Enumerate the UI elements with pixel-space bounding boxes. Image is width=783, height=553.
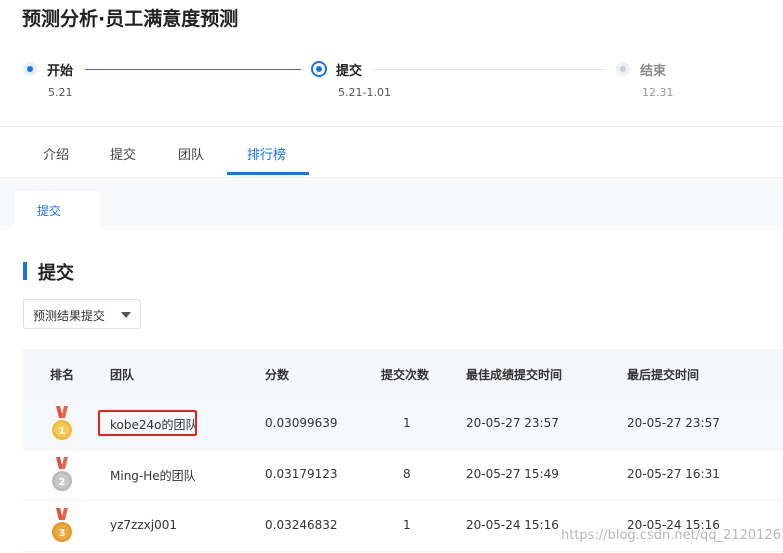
- subtab-submit-label: 提交: [37, 204, 62, 218]
- submit-count: 1: [403, 416, 411, 430]
- submit-count: 8: [403, 467, 411, 481]
- team-name: Ming-He的团队: [110, 469, 196, 483]
- active-tab-indicator: [227, 172, 309, 175]
- medal-rank-3: 3: [59, 528, 66, 539]
- header-best-time: 最佳成绩提交时间: [466, 368, 563, 382]
- header-team: 团队: [110, 368, 135, 382]
- header-rank: 排名: [50, 368, 75, 382]
- step-end-label: 结束: [640, 64, 667, 79]
- best-time: 20-05-24 15:16: [466, 518, 559, 532]
- step-start-dot-icon: [23, 62, 37, 76]
- page-title: 预测分析·员工满意度预测: [22, 8, 239, 30]
- score: 0.03179123: [265, 467, 338, 481]
- caret-down-icon: [121, 312, 131, 318]
- submit-count: 1: [403, 518, 411, 532]
- submission-type-select[interactable]: 预测结果提交: [23, 299, 141, 329]
- step-submit-dot-icon: [311, 61, 327, 77]
- tab-submit[interactable]: 提交: [110, 144, 136, 163]
- last-time: 20-05-27 16:31: [627, 467, 720, 481]
- header-last-time: 最后提交时间: [627, 368, 700, 382]
- header-score: 分数: [265, 368, 290, 382]
- table-header: 排名 团队 分数 提交次数 最佳成绩提交时间 最后提交时间: [23, 349, 783, 399]
- table-row: 3 yz7zzxj001 0.03246832 1 20-05-24 15:16…: [23, 501, 783, 552]
- team-name: yz7zzxj001: [110, 518, 177, 532]
- tab-bar: 介绍 提交 团队 排行榜: [0, 126, 783, 178]
- select-value: 预测结果提交: [33, 309, 106, 323]
- step-submit-label: 提交: [336, 64, 363, 79]
- last-time: 20-05-27 23:57: [627, 416, 720, 430]
- gold-medal-icon: 1: [52, 406, 72, 440]
- team-highlight-box: [98, 410, 197, 436]
- step-submit-date: 5.21-1.01: [338, 86, 391, 99]
- best-time: 20-05-27 15:49: [466, 467, 559, 481]
- step-end-dot-icon: [616, 62, 630, 76]
- section-title: 提交: [38, 263, 74, 284]
- section-marker: [23, 262, 27, 280]
- bronze-medal-icon: 3: [52, 508, 72, 542]
- header-submit-count: 提交次数: [381, 368, 430, 382]
- step-start-date: 5.21: [48, 86, 73, 99]
- score: 0.03246832: [265, 518, 338, 532]
- score: 0.03099639: [265, 416, 338, 430]
- step-connector-done: [85, 69, 301, 70]
- tab-leaderboard[interactable]: 排行榜: [247, 144, 286, 163]
- silver-medal-icon: 2: [52, 457, 72, 491]
- medal-rank-2: 2: [59, 477, 66, 488]
- leaderboard-table: 排名 团队 分数 提交次数 最佳成绩提交时间 最后提交时间 1 kobe24o的…: [23, 349, 783, 552]
- best-time: 20-05-27 23:57: [466, 416, 559, 430]
- step-connector-pending: [372, 69, 605, 70]
- step-start-label: 开始: [47, 64, 74, 79]
- medal-rank-1: 1: [59, 426, 66, 437]
- step-end-date: 12.31: [642, 86, 674, 99]
- sub-tab-bar: 提交: [0, 180, 783, 226]
- tab-team[interactable]: 团队: [178, 144, 204, 163]
- subtab-submit[interactable]: 提交: [14, 191, 99, 226]
- tab-intro[interactable]: 介绍: [43, 144, 69, 163]
- progress-steps: 开始 5.21 提交 5.21-1.01 结束 12.31: [0, 55, 783, 110]
- watermark: https://blog.csdn.net/qq_21201267: [561, 528, 783, 543]
- table-row: 2 Ming-He的团队 0.03179123 8 20-05-27 15:49…: [23, 450, 783, 501]
